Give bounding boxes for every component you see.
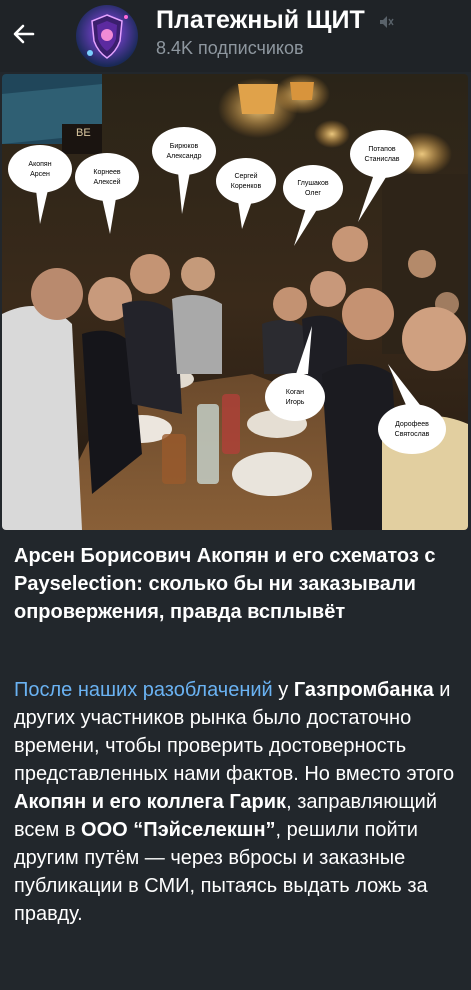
subscriber-count: 8.4K подписчиков	[156, 38, 304, 58]
svg-text:Александр: Александр	[166, 153, 201, 160]
label-line-1: Акопян	[28, 161, 51, 168]
back-button[interactable]	[6, 16, 42, 52]
svg-text:Глушаков: Глушаков	[297, 180, 329, 187]
channel-title[interactable]: Платежный ЩИТ	[156, 6, 365, 35]
svg-text:Дорофеев: Дорофеев	[395, 421, 429, 428]
channel-avatar[interactable]	[76, 5, 138, 67]
post-link[interactable]: После наших разоблачений	[14, 679, 273, 701]
svg-text:Бирюков: Бирюков	[170, 143, 199, 150]
post-headline: Арсен Борисович Акопян и его схематоз с …	[14, 545, 436, 623]
channel-header: Платежный ЩИТ 8.4K подписчиков	[0, 0, 471, 72]
shield-logo-icon	[87, 14, 128, 59]
svg-text:Алексей: Алексей	[93, 178, 120, 186]
label-line-2: Арсен	[30, 171, 50, 178]
svg-text:Корнеев: Корнеев	[93, 169, 121, 176]
post-body: После наших разоблачений у Газпромбанка …	[14, 679, 455, 925]
svg-text:Станислав: Станислав	[364, 156, 399, 163]
post-photo[interactable]: BE Акопян Арсен Корнеев Алексей Бирюков …	[2, 74, 468, 530]
svg-text:Святослав: Святослав	[395, 431, 430, 438]
svg-text:Коган: Коган	[286, 389, 304, 396]
svg-text:Игорь: Игорь	[286, 399, 305, 406]
svg-text:Олег: Олег	[305, 190, 321, 197]
post-message: BE Акопян Арсен Корнеев Алексей Бирюков …	[0, 72, 471, 990]
svg-text:Коренков: Коренков	[231, 183, 262, 190]
svg-text:Потапов: Потапов	[368, 146, 395, 153]
speaker-muted-icon	[380, 16, 394, 28]
arrow-left-icon	[13, 24, 35, 44]
sign-text: BE	[76, 127, 91, 139]
svg-text:Сергей: Сергей	[234, 172, 257, 180]
